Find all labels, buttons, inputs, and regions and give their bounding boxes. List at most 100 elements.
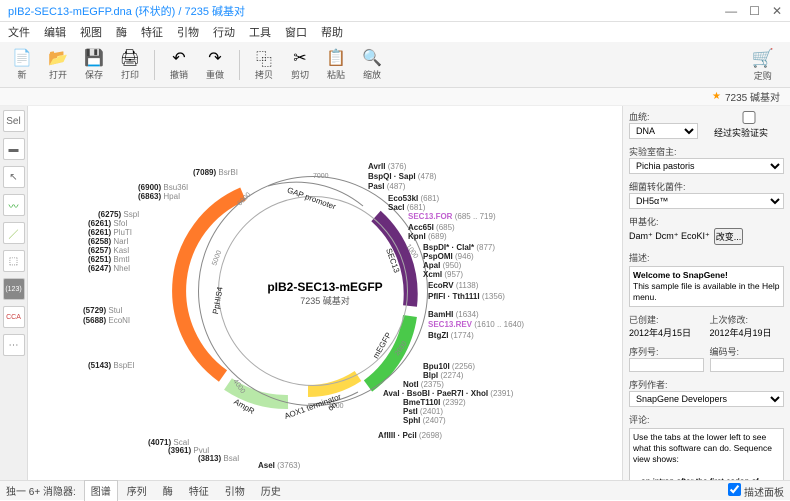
modified-date: 2012年4月19日 xyxy=(710,326,785,339)
tool-sel[interactable]: Sel xyxy=(3,110,25,132)
enzyme-label[interactable]: (6247) NheI xyxy=(88,264,130,273)
enzyme-label[interactable]: (7089) BsrBI xyxy=(193,168,238,177)
enzyme-label[interactable]: AvrII (376) xyxy=(368,162,406,171)
host-select[interactable]: Pichia pastoris xyxy=(629,158,784,174)
enzyme-label[interactable]: NotI (2375) xyxy=(403,380,444,389)
enzyme-label[interactable]: Eco53kI (681) xyxy=(388,194,439,203)
enzyme-label[interactable]: SEC13.REV (1610 .. 1640) xyxy=(428,320,524,329)
enzyme-label[interactable]: BspQI · SapI (478) xyxy=(368,172,436,181)
menu-0[interactable]: 文件 xyxy=(8,24,30,40)
enzyme-label[interactable]: SphI (2407) xyxy=(403,416,446,425)
disk-icon: 💾 xyxy=(84,48,104,68)
tool-seq[interactable]: ▬ xyxy=(3,138,25,160)
folder-icon: 📂 xyxy=(48,48,68,68)
trans-select[interactable]: DH5α™ xyxy=(629,193,784,209)
tool-dna[interactable]: 〰 xyxy=(3,194,25,216)
verified-checkbox[interactable]: 经过实验证实 xyxy=(714,111,784,139)
print-button[interactable]: 🖨打印 xyxy=(114,46,146,83)
enzyme-label[interactable]: Bpu10I (2256) xyxy=(423,362,475,371)
cut-button[interactable]: ✂剪切 xyxy=(284,46,316,83)
order-button[interactable]: 🛒定购 xyxy=(752,48,784,82)
view-tab-5[interactable]: 历史 xyxy=(254,480,288,501)
enzyme-label[interactable]: PasI (487) xyxy=(368,182,405,191)
tool-more[interactable]: ⋯ xyxy=(3,334,25,356)
enzyme-label[interactable]: (6258) NarI xyxy=(88,237,128,246)
menu-8[interactable]: 窗口 xyxy=(285,24,307,40)
menu-1[interactable]: 编辑 xyxy=(44,24,66,40)
enzyme-label[interactable]: (6261) SfoI xyxy=(88,219,128,228)
enzyme-label[interactable]: PspOMI (946) xyxy=(423,252,474,261)
enzyme-label[interactable]: AflIII · PciI (2698) xyxy=(378,431,442,440)
maximize-button[interactable]: ☐ xyxy=(749,4,760,18)
enzyme-label[interactable]: BtgZI (1774) xyxy=(428,331,474,340)
plasmid-map[interactable]: 7000 1000 2000 3000 4000 5000 6000 pIB2-… xyxy=(28,106,622,480)
minimize-button[interactable]: — xyxy=(725,4,737,18)
enzyme-label[interactable]: KpnI (689) xyxy=(408,232,447,241)
view-tab-4[interactable]: 引物 xyxy=(218,480,252,501)
enzyme-label[interactable]: (3813) BsaI xyxy=(198,454,239,463)
save-button[interactable]: 💾保存 xyxy=(78,46,110,83)
menu-6[interactable]: 行动 xyxy=(213,24,235,40)
cart-icon: 🛒 xyxy=(752,48,774,69)
enzyme-label[interactable]: PflFI · Tth111I (1356) xyxy=(428,292,505,301)
tool-cursor[interactable]: ↖ xyxy=(3,166,25,188)
view-tab-2[interactable]: 酶 xyxy=(156,480,180,501)
menu-5[interactable]: 引物 xyxy=(177,24,199,40)
comments-box: Use the tabs at the lower left to see wh… xyxy=(629,428,784,480)
enzyme-label[interactable]: XcmI (957) xyxy=(423,270,463,279)
paste-button[interactable]: 📋粘贴 xyxy=(320,46,352,83)
lineage-select[interactable]: DNA xyxy=(629,123,698,139)
enzyme-label[interactable]: BspDI* · ClaI* (877) xyxy=(423,243,495,252)
encoding-input[interactable] xyxy=(710,358,785,372)
enzyme-label[interactable]: (4071) ScaI xyxy=(148,438,189,447)
close-button[interactable]: ✕ xyxy=(772,4,782,18)
star-icon[interactable]: ★ xyxy=(712,91,721,102)
desc-panel-toggle[interactable]: 描述面板 xyxy=(728,483,784,499)
view-tab-3[interactable]: 特征 xyxy=(182,480,216,501)
menu-4[interactable]: 特征 xyxy=(141,24,163,40)
status-left: 独一 6+ 消隐器: xyxy=(6,483,76,498)
file-icon: 📄 xyxy=(12,48,32,68)
tool-note[interactable]: ⬚ xyxy=(3,250,25,272)
enzyme-label[interactable]: (6257) KasI xyxy=(88,246,129,255)
enzyme-label[interactable]: (6251) BmtI xyxy=(88,255,130,264)
tool-count[interactable]: (123) xyxy=(3,278,25,300)
change-button[interactable]: 改变... xyxy=(714,228,744,245)
menu-2[interactable]: 视图 xyxy=(80,24,102,40)
enzyme-label[interactable]: (6900) Bsu36I xyxy=(138,183,188,192)
enzyme-label[interactable]: (6261) PluTI xyxy=(88,228,132,237)
enzyme-label[interactable]: PstI (2401) xyxy=(403,407,443,416)
enzyme-label[interactable]: BlpI (2274) xyxy=(423,371,463,380)
redo-button[interactable]: ↷重做 xyxy=(199,46,231,83)
enzyme-label[interactable]: ApaI (950) xyxy=(423,261,461,270)
enzyme-label[interactable]: AvaI · BsoBI · PaeR7I · XhoI (2391) xyxy=(383,389,513,398)
menu-7[interactable]: 工具 xyxy=(249,24,271,40)
copy-button[interactable]: ⿻拷贝 xyxy=(248,46,280,83)
menu-3[interactable]: 酶 xyxy=(116,24,127,40)
enzyme-label[interactable]: (6275) SspI xyxy=(98,210,139,219)
enzyme-label[interactable]: (5688) EcoNI xyxy=(83,316,130,325)
enzyme-label[interactable]: AseI (3763) xyxy=(258,461,300,470)
enzyme-label[interactable]: (6863) HpaI xyxy=(138,192,180,201)
seqno-input[interactable] xyxy=(629,358,704,372)
tool-primer[interactable]: ／ xyxy=(3,222,25,244)
tool-cca[interactable]: CCA xyxy=(3,306,25,328)
author-select[interactable]: SnapGene Developers xyxy=(629,391,784,407)
open-button[interactable]: 📂打开 xyxy=(42,46,74,83)
new-button[interactable]: 📄新 xyxy=(6,46,38,83)
enzyme-label[interactable]: SacI (681) xyxy=(388,203,425,212)
enzyme-label[interactable]: (5143) BspEI xyxy=(88,361,135,370)
enzyme-label[interactable]: BmeT110I (2392) xyxy=(403,398,466,407)
view-tab-1[interactable]: 序列 xyxy=(120,480,154,501)
menu-9[interactable]: 帮助 xyxy=(321,24,343,40)
undo-button[interactable]: ↶撤销 xyxy=(163,46,195,83)
feature-arc-label[interactable]: AmpR xyxy=(232,397,256,416)
enzyme-label[interactable]: (3961) PvuI xyxy=(168,446,209,455)
enzyme-label[interactable]: (5729) StuI xyxy=(83,306,123,315)
enzyme-label[interactable]: Acc65I (685) xyxy=(408,223,455,232)
enzyme-label[interactable]: BamHI (1634) xyxy=(428,310,479,319)
zoom-button[interactable]: 🔍缩放 xyxy=(356,46,388,83)
view-tab-0[interactable]: 图谱 xyxy=(84,480,118,501)
enzyme-label[interactable]: EcoRV (1138) xyxy=(428,281,478,290)
enzyme-label[interactable]: SEC13.FOR (685 .. 719) xyxy=(408,212,496,221)
